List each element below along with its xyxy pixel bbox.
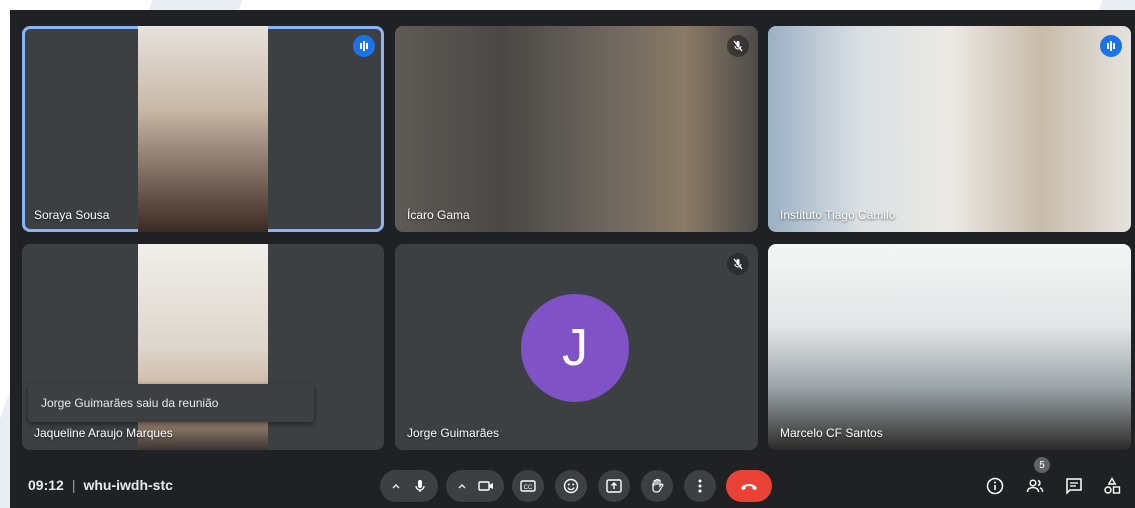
meeting-code: whu-iwdh-stc <box>83 477 173 493</box>
emoji-icon <box>563 478 579 494</box>
mic-icon[interactable] <box>407 479 433 493</box>
chat-icon[interactable] <box>1062 474 1086 498</box>
camera-icon[interactable] <box>473 479 499 493</box>
control-bar: 09:12 | whu-iwdh-stc CC <box>10 460 1135 508</box>
mic-control <box>380 470 438 502</box>
participant-tile-jorge[interactable]: J Jorge Guimarães <box>395 244 758 450</box>
participant-video <box>138 26 268 232</box>
present-icon <box>606 479 622 493</box>
captions-icon: CC <box>520 480 536 492</box>
activities-icon[interactable] <box>1100 474 1124 498</box>
participant-video <box>395 26 758 232</box>
participant-name: Jorge Guimarães <box>407 426 500 440</box>
present-button[interactable] <box>598 470 630 502</box>
participant-video <box>768 26 1131 232</box>
more-options-icon <box>698 479 702 493</box>
chevron-up-icon[interactable] <box>451 481 473 491</box>
participant-tile-marcelo[interactable]: Marcelo CF Santos <box>768 244 1131 450</box>
participant-name: Instituto Tiago Camilo <box>780 208 896 222</box>
meeting-time: 09:12 <box>28 477 64 493</box>
avatar: J <box>521 294 629 402</box>
participant-name: Marcelo CF Santos <box>780 426 883 440</box>
svg-text:CC: CC <box>524 485 533 491</box>
raise-hand-icon <box>652 478 664 493</box>
info-icon[interactable] <box>983 474 1007 498</box>
speaking-icon <box>353 35 375 57</box>
people-count-badge: 5 <box>1034 457 1050 473</box>
participant-name: Ícaro Gama <box>407 208 470 222</box>
mic-muted-icon <box>727 253 749 275</box>
leave-notification: Jorge Guimarães saiu da reunião <box>28 384 314 422</box>
camera-control <box>446 470 504 502</box>
chevron-up-icon[interactable] <box>385 481 407 491</box>
reactions-button[interactable] <box>555 470 587 502</box>
participant-video <box>768 244 1131 450</box>
mic-muted-icon <box>727 35 749 57</box>
captions-button[interactable]: CC <box>512 470 544 502</box>
divider: | <box>71 477 76 493</box>
end-call-button[interactable] <box>726 470 772 502</box>
participant-name: Jaqueline Araujo Marques <box>34 426 173 440</box>
speaking-icon <box>1100 35 1122 57</box>
participant-name: Soraya Sousa <box>34 208 110 222</box>
meet-window: Soraya Sousa Ícaro Gama Instituto Tiago … <box>10 10 1135 508</box>
participant-tile-icaro[interactable]: Ícaro Gama <box>395 26 758 232</box>
more-options-button[interactable] <box>684 470 716 502</box>
participant-tile-soraya[interactable]: Soraya Sousa <box>22 26 384 232</box>
participant-tile-instituto[interactable]: Instituto Tiago Camilo <box>768 26 1131 232</box>
end-call-icon <box>741 484 757 490</box>
raise-hand-button[interactable] <box>641 470 673 502</box>
people-icon[interactable] <box>1023 474 1047 498</box>
meeting-info: 09:12 | whu-iwdh-stc <box>28 477 173 493</box>
